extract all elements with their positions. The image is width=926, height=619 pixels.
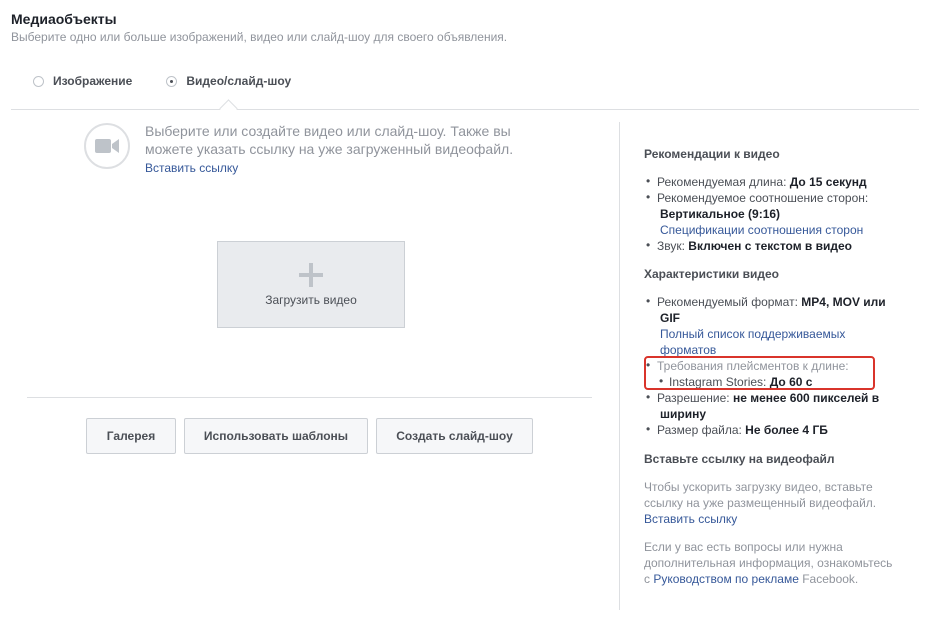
- radio-image-circle[interactable]: [33, 75, 44, 87]
- spec-resolution-cont: ширину: [660, 406, 706, 422]
- video-link-text-1: Чтобы ускорить загрузку видео, вставьте: [644, 480, 873, 494]
- radio-image[interactable]: Изображение: [33, 74, 132, 88]
- section-title: Медиаобъекты: [11, 11, 117, 27]
- rec-sound: Звук: Включен с текстом в видео: [657, 238, 852, 254]
- recommendations-heading: Рекомендации к видео: [644, 147, 780, 161]
- radio-image-label[interactable]: Изображение: [53, 74, 132, 88]
- spec-format-value-1: MP4, MOV или: [801, 295, 886, 309]
- spec-resolution-value-1: не менее 600 пикселей в: [732, 391, 880, 405]
- specs-heading: Характеристики видео: [644, 267, 779, 281]
- use-templates-button[interactable]: Использовать шаблоны: [184, 418, 368, 454]
- ad-guide-link[interactable]: Руководством по рекламе: [653, 572, 799, 586]
- help-text-2: дополнительная информация, ознакомьтесь: [644, 556, 893, 570]
- insert-link[interactable]: Вставить ссылку: [145, 161, 238, 175]
- radio-video[interactable]: Видео/слайд-шоу: [166, 74, 291, 88]
- spec-format-label: Рекомендуемый формат:: [657, 295, 802, 309]
- video-link-heading: Вставьте ссылку на видеофайл: [644, 452, 835, 466]
- gallery-button[interactable]: Галерея: [86, 418, 176, 454]
- help-prefix: с: [644, 572, 654, 586]
- spec-resolution-label: Разрешение:: [657, 391, 733, 405]
- upload-video-button[interactable]: Загрузить видео: [217, 241, 405, 328]
- spec-format: Рекомендуемый формат: MP4, MOV или: [657, 294, 886, 310]
- selected-tab-notch: [219, 99, 238, 118]
- aspect-ratio-specs-link[interactable]: Спецификации соотношения сторон: [660, 222, 863, 238]
- section-subtitle: Выберите одно или больше изображений, ви…: [11, 30, 508, 44]
- radio-video-label[interactable]: Видео/слайд-шоу: [186, 74, 291, 88]
- help-text-1: Если у вас есть вопросы или нужна: [644, 540, 843, 554]
- spec-resolution-value-2: ширину: [660, 407, 707, 421]
- create-slideshow-button[interactable]: Создать слайд-шоу: [376, 418, 533, 454]
- main-divider: [27, 397, 592, 398]
- spec-file-size: Размер файла: Не более 4 ГБ: [657, 422, 828, 438]
- rec-length-label: Рекомендуемая длина:: [657, 175, 790, 189]
- media-type-selector: Изображение Видео/слайд-шоу: [33, 74, 291, 88]
- bullet: •: [646, 294, 651, 308]
- video-camera-icon: [84, 123, 130, 169]
- rec-sound-label: Звук:: [657, 239, 689, 253]
- spec-size-label: Размер файла:: [657, 423, 746, 437]
- rec-sound-value: Включен с текстом в видео: [688, 239, 853, 253]
- video-link-text-2: ссылку на уже размещенный видеофайл.: [644, 496, 877, 510]
- rec-length: Рекомендуемая длина: До 15 секунд: [657, 174, 867, 190]
- placement-requirements-highlight: [644, 356, 875, 390]
- bullet: •: [646, 390, 651, 404]
- rec-ratio-value: Вертикальное (9:16): [660, 206, 780, 222]
- rec-length-value: До 15 секунд: [789, 175, 867, 189]
- bullet: •: [646, 174, 651, 188]
- supported-formats-link-1[interactable]: Полный список поддерживаемых: [660, 326, 845, 342]
- spec-resolution: Разрешение: не менее 600 пикселей в: [657, 390, 879, 406]
- bullet: •: [646, 238, 651, 252]
- plus-icon: [299, 262, 323, 287]
- tab-divider: [11, 109, 919, 110]
- spec-format-cont: GIF: [660, 310, 680, 326]
- panel-divider: [619, 122, 620, 610]
- upload-video-label: Загрузить видео: [265, 292, 357, 307]
- bullet: •: [646, 422, 651, 436]
- help-text-3: с Руководством по рекламе Facebook.: [644, 571, 858, 587]
- help-suffix: Facebook.: [798, 572, 859, 586]
- bullet: •: [646, 190, 651, 204]
- intro-line-2: можете указать ссылку на уже загруженный…: [145, 141, 514, 157]
- spec-size-value: Не более 4 ГБ: [745, 423, 828, 437]
- radio-video-circle[interactable]: [166, 75, 178, 87]
- spec-format-value-2: GIF: [660, 311, 680, 325]
- intro-line-1: Выберите или создайте видео или слайд-шо…: [145, 123, 511, 139]
- rec-ratio-label: Рекомендуемое соотношение сторон:: [657, 191, 869, 205]
- rec-ratio-value-text: Вертикальное (9:16): [660, 207, 781, 221]
- video-intro-text: Выберите или создайте видео или слайд-шо…: [145, 122, 545, 158]
- insert-video-link[interactable]: Вставить ссылку: [644, 511, 737, 527]
